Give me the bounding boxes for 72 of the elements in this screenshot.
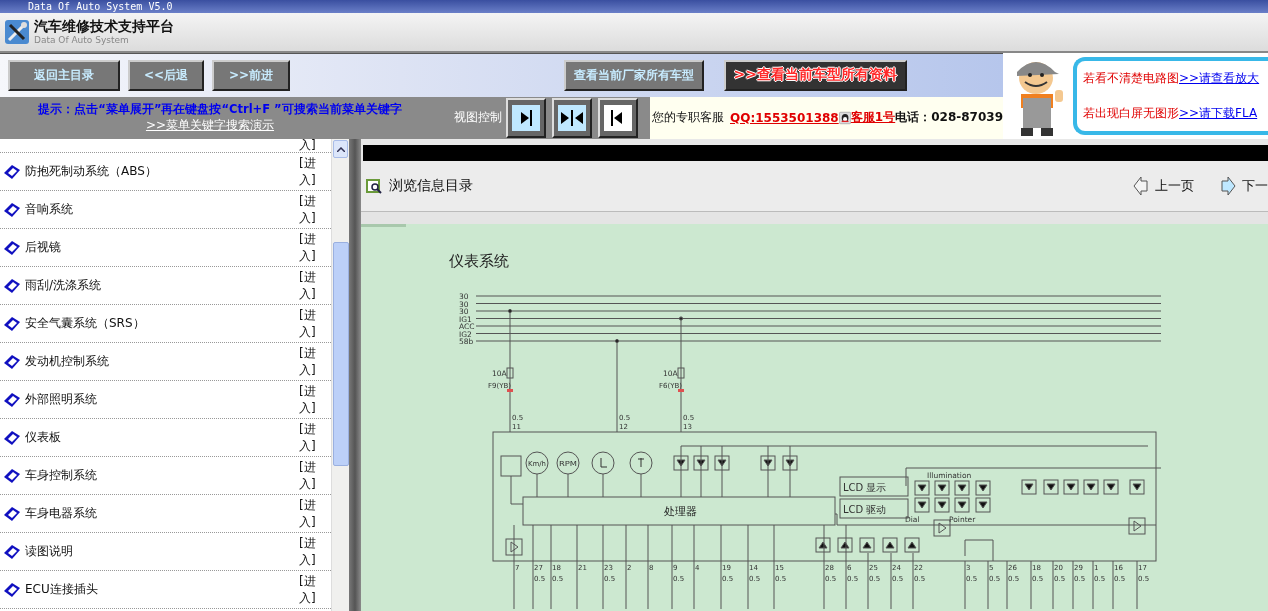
enter-link[interactable]: [进入] bbox=[299, 534, 325, 569]
menu-item[interactable]: 外部照明系统 bbox=[25, 391, 299, 408]
enter-link[interactable]: [进入] bbox=[299, 306, 325, 341]
menu-item[interactable]: 发动机控制系统 bbox=[25, 353, 299, 370]
help-text: 若看不清楚电路图 bbox=[1083, 70, 1179, 87]
enter-link[interactable]: [进入] bbox=[299, 458, 325, 493]
chevron-up-icon bbox=[336, 146, 345, 152]
book-icon bbox=[3, 505, 21, 522]
nav-button[interactable]: <<后退 bbox=[128, 59, 204, 91]
enter-link[interactable]: [进入] bbox=[299, 344, 325, 379]
menu-item[interactable]: ECU连接插头 bbox=[25, 581, 299, 598]
menu-item[interactable]: 读图说明 bbox=[25, 543, 299, 560]
diagram-title: 仪表系统 bbox=[449, 252, 509, 270]
service-agent-link[interactable]: 客服1号 bbox=[850, 109, 896, 127]
enter-link[interactable]: [进入] bbox=[299, 572, 325, 607]
service-label: 您的专职客服 bbox=[652, 109, 724, 127]
lcd-label: LCD 驱动 bbox=[843, 504, 887, 515]
menu-item[interactable]: 仪表板 bbox=[25, 429, 299, 446]
enter-link[interactable]: [进入] bbox=[299, 382, 325, 417]
book-icon bbox=[3, 353, 21, 370]
nav-button[interactable]: >>前进 bbox=[212, 59, 290, 91]
view-toggle-button[interactable] bbox=[552, 97, 592, 138]
enter-link[interactable]: [进入] bbox=[299, 420, 325, 455]
menu-item[interactable]: 安全气囊系统（SRS） bbox=[25, 315, 299, 332]
wrench-screwdriver-icon bbox=[4, 19, 30, 45]
enter-link[interactable]: [进入] bbox=[299, 496, 325, 531]
view-toggle-button[interactable] bbox=[506, 97, 546, 138]
book-icon bbox=[3, 201, 21, 218]
phone-number: 电话：028-87039 bbox=[895, 109, 1003, 127]
enter-link[interactable]: [进入] bbox=[299, 230, 325, 265]
left-arrow-icon bbox=[1133, 176, 1149, 196]
enter-link[interactable]: [进入] bbox=[299, 154, 325, 189]
view-control-label: 视图控制 bbox=[454, 109, 502, 127]
processor-label: 处理器 bbox=[664, 505, 697, 518]
enter-link[interactable]: 入] bbox=[299, 139, 325, 154]
book-icon bbox=[3, 543, 21, 560]
book-icon bbox=[3, 163, 21, 180]
menu-item[interactable]: 雨刮/洗涤系统 bbox=[25, 277, 299, 294]
scroll-up-button[interactable] bbox=[333, 140, 348, 158]
previous-page-link[interactable]: 上一页 bbox=[1133, 176, 1194, 196]
app-subtitle: Data Of Auto System bbox=[34, 35, 130, 46]
help-link[interactable]: >>请查看放大 bbox=[1179, 70, 1260, 87]
book-icon bbox=[3, 315, 21, 332]
hint-text: 提示：点击“菜单展开”再在键盘按“Ctrl+F ”可搜索当前菜单关键字 bbox=[38, 101, 402, 117]
book-icon bbox=[3, 391, 21, 408]
menu-item[interactable]: 防抱死制动系统（ABS） bbox=[25, 163, 299, 180]
menu-item[interactable]: 车身电器系统 bbox=[25, 505, 299, 522]
sheet-edge-strip bbox=[361, 224, 406, 227]
menu-item[interactable]: 车身控制系统 bbox=[25, 467, 299, 484]
next-page-link[interactable]: 下一 bbox=[1220, 176, 1268, 196]
lcd-label: LCD 显示 bbox=[843, 482, 887, 493]
book-magnifier-icon bbox=[365, 177, 383, 195]
book-icon bbox=[3, 429, 21, 446]
view-toggle-button[interactable] bbox=[598, 97, 638, 138]
enter-link[interactable]: [进入] bbox=[299, 192, 325, 227]
book-icon bbox=[3, 581, 21, 598]
window-title: Data Of Auto System V5.0 bbox=[28, 0, 173, 13]
right-arrow-icon bbox=[1220, 176, 1236, 196]
menu-item[interactable]: 后视镜 bbox=[25, 239, 299, 256]
help-text: 若出现白屏无图形 bbox=[1083, 105, 1179, 122]
manufacturer-models-button[interactable]: 查看当前厂家所有车型 bbox=[563, 59, 704, 91]
book-icon bbox=[3, 239, 21, 256]
nav-button[interactable]: 返回主目录 bbox=[8, 59, 120, 91]
scroll-thumb[interactable] bbox=[333, 242, 349, 466]
book-icon bbox=[3, 277, 21, 294]
menu-item[interactable]: 音响系统 bbox=[25, 201, 299, 218]
help-link[interactable]: >>请下载FLA bbox=[1179, 105, 1258, 122]
app-title: 汽车维修技术支持平台 bbox=[34, 18, 174, 35]
book-icon bbox=[3, 467, 21, 484]
qq-link[interactable]: QQ:1553501388 bbox=[730, 110, 839, 125]
viewer-title: 浏览信息目录 bbox=[389, 177, 473, 195]
enter-link[interactable]: [进入] bbox=[299, 268, 325, 303]
